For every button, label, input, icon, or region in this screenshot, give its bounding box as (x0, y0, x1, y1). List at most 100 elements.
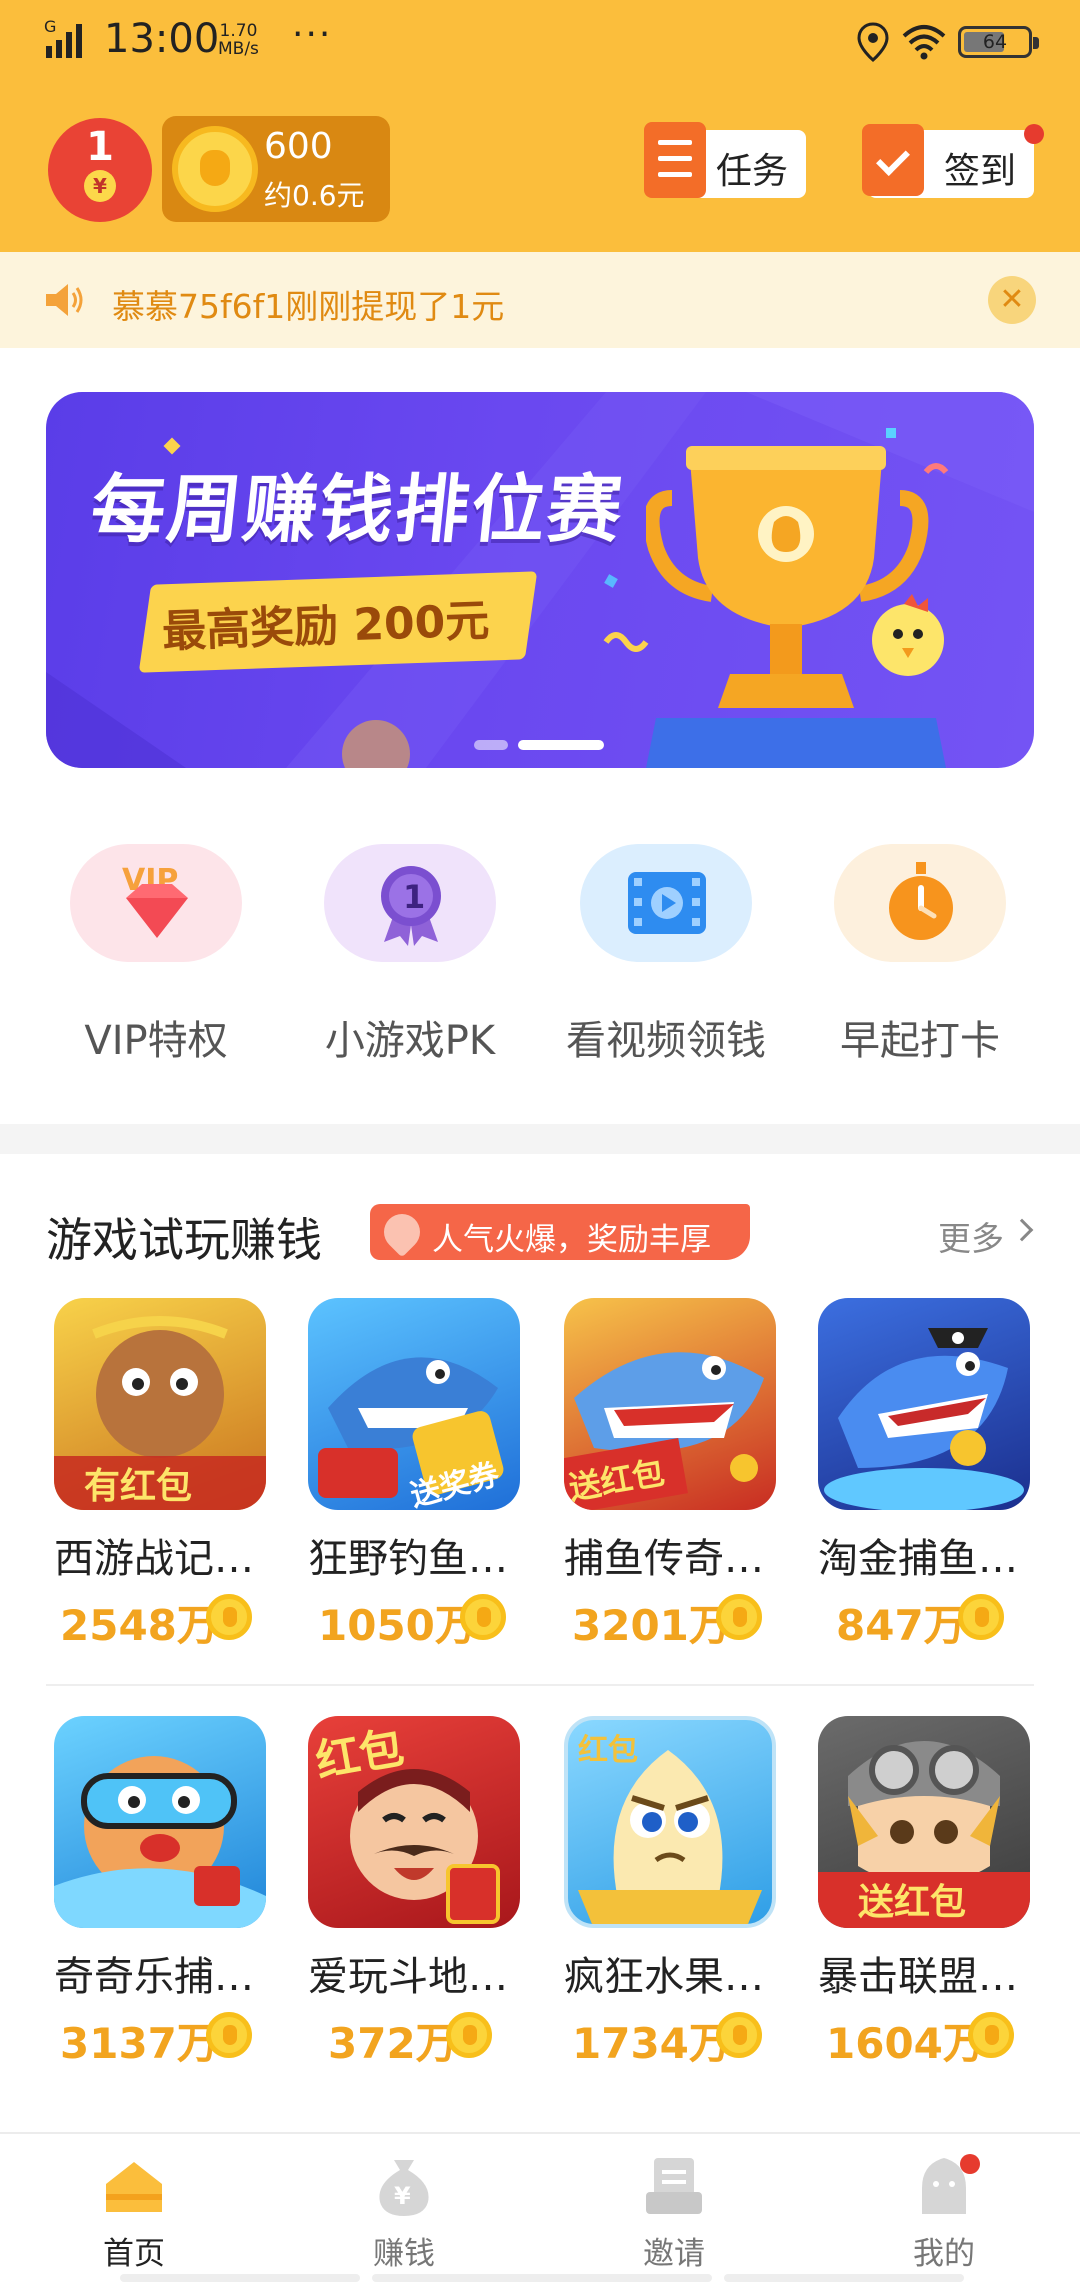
yen-icon: ¥ (84, 170, 116, 202)
feature-watch-video[interactable]: 看视频领钱 (526, 844, 776, 1084)
nav-label: 我的 (913, 2236, 975, 2272)
game-card[interactable]: 有红包 西游战记… 2548万 (46, 1298, 286, 1650)
svg-text:¥: ¥ (394, 2182, 411, 2210)
game-players: 1734万 (572, 2019, 731, 2068)
game-icon: 送红包 (818, 1716, 1030, 1928)
coin-icon (460, 1594, 506, 1640)
game-name: 疯狂水果… (564, 1954, 764, 2000)
game-name: 西游战记… (54, 1536, 254, 1582)
location-icon (857, 22, 889, 62)
nav-invite[interactable]: 邀请 (574, 2134, 774, 2282)
red-packet-count: 1 (86, 124, 114, 170)
game-icon: 送奖券 (308, 1298, 520, 1510)
top-header: G 13:00 1.70 MB/s ··· 64 1 ¥ 600 约0.6元 任… (0, 0, 1080, 252)
wifi-icon (902, 25, 946, 60)
battery-level: 64 (982, 31, 1008, 53)
game-players: 3137万 (60, 2019, 219, 2068)
vip-gem-icon: VIP (122, 863, 188, 938)
banner-subtitle: 最高奖励 200元 (161, 595, 491, 658)
gesture-bar (120, 2274, 360, 2282)
gesture-bar (372, 2274, 712, 2282)
carousel-dot-1 (474, 740, 508, 750)
game-icon (818, 1298, 1030, 1510)
section-divider (0, 1124, 1080, 1154)
feature-label: VIP特权 (84, 1018, 228, 1064)
close-notice-button[interactable]: ✕ (988, 276, 1036, 324)
gesture-bar (724, 2274, 964, 2282)
coin-icon (172, 126, 258, 212)
stopwatch-icon (889, 862, 953, 940)
feature-mini-game-pk[interactable]: 1 小游戏PK (270, 844, 520, 1084)
flame-icon (376, 1206, 428, 1258)
game-card[interactable]: 奇奇乐捕… 3137万 (46, 1716, 286, 2068)
feature-early-checkin[interactable]: 早起打卡 (780, 844, 1030, 1084)
nav-label: 首页 (103, 2236, 165, 2272)
coin-icon (958, 1594, 1004, 1640)
task-label: 任务 (716, 151, 789, 192)
feature-vip[interactable]: VIP VIP特权 (16, 844, 266, 1084)
game-players: 3201万 (572, 1601, 731, 1650)
bottom-navigation: 首页 ¥ 赚钱 邀请 我的 (0, 2132, 1080, 2282)
game-icon: 有红包 (54, 1298, 266, 1510)
calendar-check-icon (862, 124, 924, 196)
game-icon: 红包 (564, 1716, 776, 1928)
clock: 13:00 (104, 16, 220, 62)
home-icon (106, 2162, 162, 2212)
sign-in-button[interactable]: 签到 (862, 124, 1034, 198)
sign-in-label: 签到 (944, 151, 1017, 192)
signal-icon: G (44, 18, 82, 58)
profile-badge (960, 2154, 980, 2174)
coin-icon (968, 2012, 1014, 2058)
notice-message: 慕慕75f6f1刚刚提现了1元 (112, 287, 505, 326)
game-card[interactable]: 淘金捕鱼… 847万 (810, 1298, 1050, 1650)
feature-label: 早起打卡 (840, 1018, 1000, 1064)
coin-icon (206, 2012, 252, 2058)
svg-text:G: G (44, 18, 56, 36)
chevron-right-icon (1010, 1218, 1034, 1242)
coin-amount: 600 (264, 126, 333, 167)
hot-tag: 人气火爆，奖励丰厚 (370, 1204, 750, 1260)
feature-label: 小游戏PK (324, 1018, 496, 1064)
task-list-icon (644, 122, 706, 198)
weekly-ranking-banner[interactable]: 每周赚钱排位赛 最高奖励 200元 (46, 392, 1034, 768)
game-card[interactable]: 红包 爱玩斗地… 372万 (300, 1716, 540, 2068)
more-link[interactable]: 更多 (938, 1212, 1004, 1260)
game-players: 847万 (836, 1601, 966, 1650)
game-card[interactable]: 送奖券 狂野钓鱼… 1050万 (300, 1298, 540, 1650)
nav-label: 赚钱 (373, 2236, 435, 2272)
withdraw-notice-bar: 慕慕75f6f1刚刚提现了1元 ✕ (0, 252, 1080, 348)
game-players: 2548万 (60, 1601, 219, 1650)
game-icon: 送红包 (564, 1298, 776, 1510)
status-bar: G 13:00 1.70 MB/s ··· 64 (0, 0, 1080, 84)
game-card[interactable]: 送红包 暴击联盟… 1604万 (810, 1716, 1050, 2068)
coin-icon (206, 1594, 252, 1640)
money-bag-icon: ¥ (379, 2160, 429, 2216)
game-name: 暴击联盟… (818, 1954, 1018, 2000)
nav-home[interactable]: 首页 (34, 2134, 234, 2282)
nav-profile[interactable]: 我的 (844, 2134, 1044, 2282)
nav-label: 邀请 (643, 2236, 705, 2272)
carousel-dot-2 (518, 740, 604, 750)
speaker-icon (46, 284, 83, 316)
red-packet-button[interactable]: 1 ¥ (48, 118, 152, 222)
svg-text:红包: 红包 (578, 1733, 638, 1768)
battery-icon: 64 (958, 26, 1039, 58)
coin-balance[interactable]: 600 约0.6元 (162, 116, 390, 222)
coin-icon (446, 2012, 492, 2058)
task-button[interactable]: 任务 (644, 122, 806, 198)
section-title: 游戏试玩赚钱 (46, 1213, 322, 1267)
nav-earn[interactable]: ¥ 赚钱 (304, 2134, 504, 2282)
game-card[interactable]: 送红包 捕鱼传奇… 3201万 (556, 1298, 796, 1650)
coin-icon (716, 1594, 762, 1640)
trophy-icon (646, 446, 946, 768)
sign-in-badge (1024, 124, 1044, 144)
feature-label: 看视频领钱 (566, 1018, 766, 1064)
game-players: 372万 (328, 2019, 458, 2068)
row-divider (46, 1684, 1034, 1686)
coin-value: 约0.6元 (264, 179, 365, 212)
game-icon: 红包 (308, 1716, 520, 1928)
medal-icon: 1 (381, 866, 441, 946)
svg-text:1: 1 (403, 878, 425, 916)
game-players: 1050万 (318, 1601, 477, 1650)
game-card[interactable]: 红包 疯狂水果… 1734万 (556, 1716, 796, 2068)
